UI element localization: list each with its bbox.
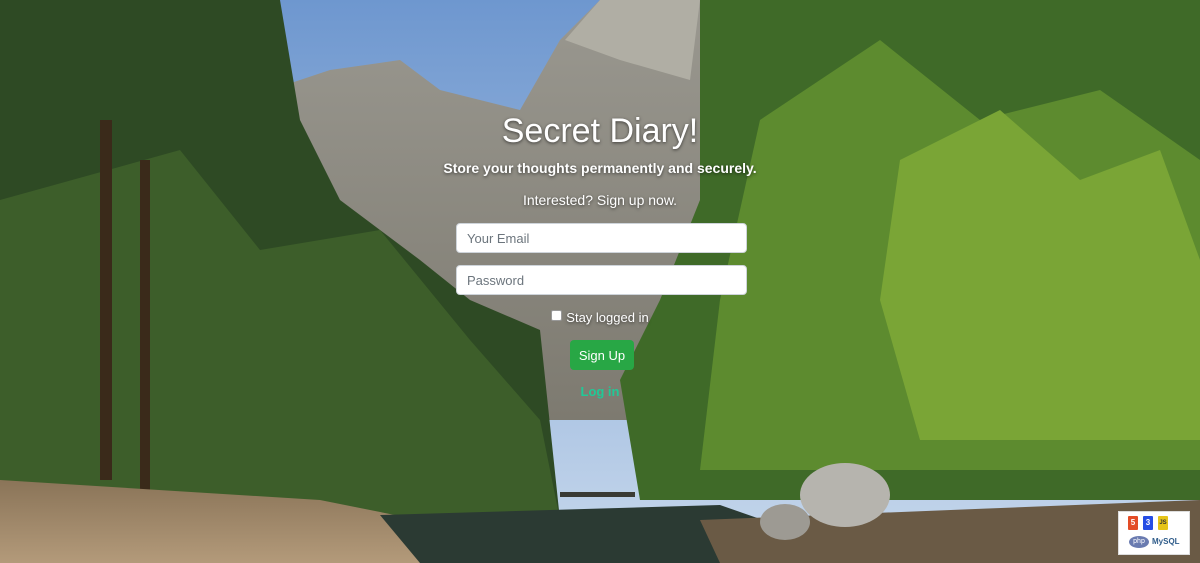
log-in-link[interactable]: Log in <box>0 384 1200 399</box>
password-field[interactable] <box>456 265 747 295</box>
javascript-icon: JS <box>1158 516 1168 530</box>
signup-prompt: Interested? Sign up now. <box>522 192 678 208</box>
sign-up-button[interactable]: Sign Up <box>570 340 634 370</box>
stay-logged-in-row: Stay logged in <box>0 310 1200 325</box>
mysql-icon: MySQL <box>1152 537 1180 546</box>
page-subtitle: Store your thoughts permanently and secu… <box>443 160 757 176</box>
signup-panel: Secret Diary! Store your thoughts perman… <box>0 0 1200 563</box>
stay-logged-in-label: Stay logged in <box>566 310 649 325</box>
stay-logged-in-checkbox[interactable] <box>551 310 563 321</box>
php-icon: php <box>1129 536 1149 548</box>
css3-icon: 3 <box>1143 516 1153 530</box>
page-title: Secret Diary! <box>501 112 699 150</box>
html5-icon: 5 <box>1128 516 1138 530</box>
tech-stack-badge: 5 3 JS php MySQL <box>1118 511 1190 555</box>
email-field[interactable] <box>456 223 747 253</box>
